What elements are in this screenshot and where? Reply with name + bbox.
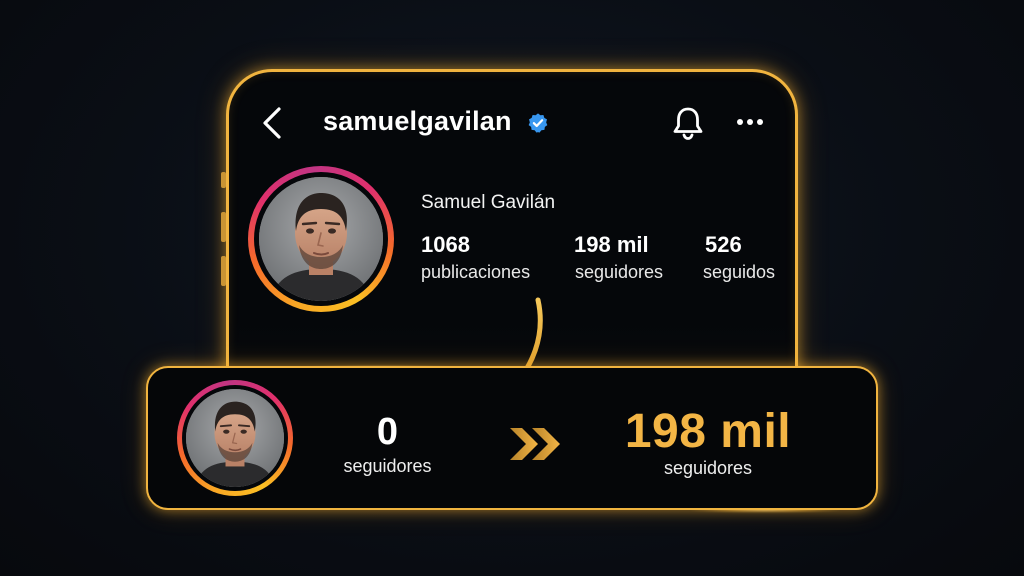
avatar-photo [186, 389, 284, 487]
phone-side-button [221, 172, 226, 188]
stat-followers-value[interactable]: 198 mil [574, 232, 649, 258]
stat-posts-label: publicaciones [421, 262, 531, 282]
profile-avatar[interactable] [248, 166, 394, 312]
avatar-photo [259, 177, 383, 301]
stat-following-label[interactable]: seguidos [703, 262, 775, 283]
followers-before-label: seguidores [343, 456, 432, 476]
verified-icon [528, 113, 548, 133]
profile-full-name: Samuel Gavilán [421, 192, 556, 213]
followers-before-value: 0 [376, 411, 399, 453]
more-icon[interactable] [735, 114, 765, 130]
followers-after-value: 198 mil [624, 405, 792, 458]
bell-icon[interactable] [671, 105, 705, 141]
followers-after-label: seguidores [663, 458, 753, 478]
profile-username: samuelgavilan [323, 106, 512, 136]
stat-followers-label[interactable]: seguidores [575, 262, 663, 283]
phone-side-button [221, 256, 226, 286]
stat-posts-value: 1068 [421, 232, 470, 257]
phone-side-button [221, 212, 226, 242]
card-avatar[interactable] [177, 380, 293, 496]
double-chevron-icon [510, 428, 560, 460]
back-icon[interactable] [259, 106, 287, 140]
stat-following-value[interactable]: 526 [705, 232, 742, 258]
